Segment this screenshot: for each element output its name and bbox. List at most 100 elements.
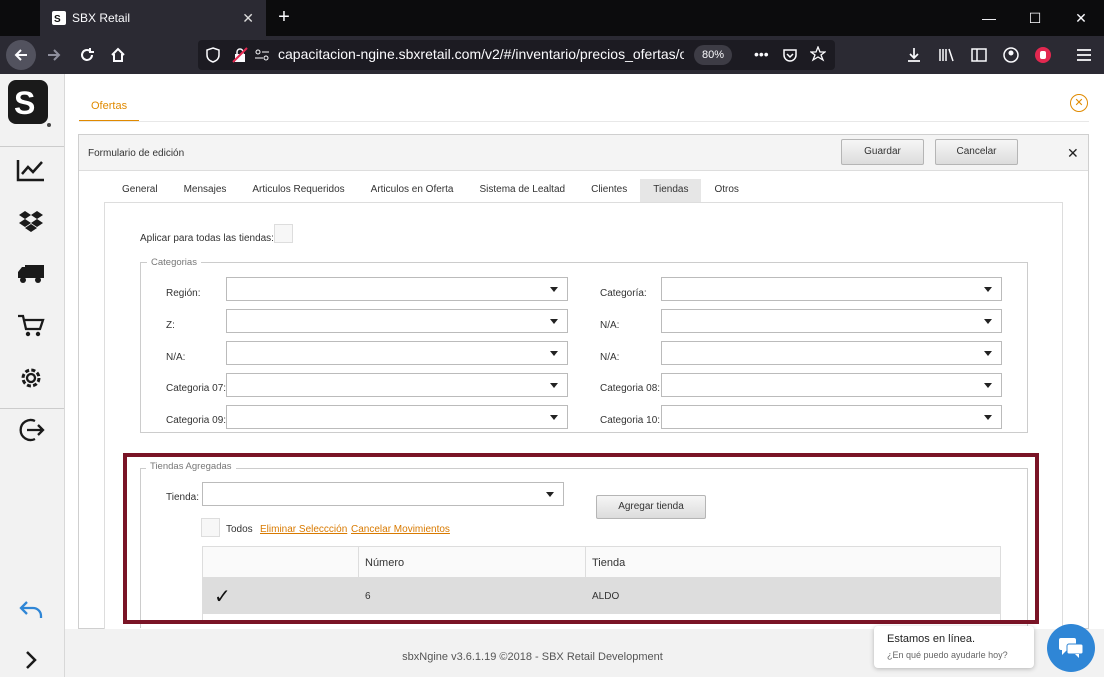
shopping-cart-icon[interactable] xyxy=(15,312,47,340)
truck-icon[interactable] xyxy=(15,260,47,288)
tab-tiendas[interactable]: Tiendas xyxy=(640,179,702,203)
categoria-08-dropdown[interactable] xyxy=(661,373,1002,397)
library-icon[interactable] xyxy=(932,41,960,69)
download-icon[interactable] xyxy=(900,41,928,69)
highlight-box xyxy=(123,453,1039,624)
permissions-icon[interactable] xyxy=(254,48,270,65)
chat-subtitle: ¿En qué puedo ayudarle hoy? xyxy=(887,650,1008,660)
tab-general[interactable]: General xyxy=(109,179,171,203)
categorias-legend: Categorias xyxy=(151,257,197,268)
chevron-down-icon xyxy=(550,383,558,388)
logout-icon[interactable] xyxy=(15,416,47,444)
insecure-lock-icon[interactable] xyxy=(232,47,248,66)
tab-articulos-en-oferta[interactable]: Articulos en Oferta xyxy=(358,179,467,203)
menu-icon[interactable] xyxy=(1070,41,1098,69)
chevron-down-icon xyxy=(984,383,992,388)
categoria-10-dropdown[interactable] xyxy=(661,405,1002,429)
chevron-down-icon xyxy=(984,415,992,420)
browser-tab-title: SBX Retail xyxy=(72,11,131,25)
categoria-dropdown[interactable] xyxy=(661,277,1002,301)
save-button[interactable]: Guardar xyxy=(841,139,924,165)
close-tab-icon[interactable]: ✕ xyxy=(242,10,254,27)
minimize-icon[interactable]: — xyxy=(966,0,1012,36)
chevron-down-icon xyxy=(984,287,992,292)
dropbox-icon[interactable] xyxy=(15,208,47,236)
zoom-level[interactable]: 80% xyxy=(694,45,732,65)
tab-otros[interactable]: Otros xyxy=(701,179,751,203)
panel-header: Formulario de edición Guardar Cancelar ✕ xyxy=(79,135,1088,171)
close-window-icon[interactable]: ✕ xyxy=(1058,0,1104,36)
form-tabs: General Mensajes Articulos Requeridos Ar… xyxy=(109,179,752,203)
categoria-label: Categoría: xyxy=(600,288,647,299)
bookmark-star-icon[interactable] xyxy=(809,45,827,65)
close-panel-icon[interactable]: ✕ xyxy=(1067,145,1079,162)
chevron-down-icon xyxy=(550,351,558,356)
gear-icon[interactable] xyxy=(15,364,47,392)
tab-articulos-requeridos[interactable]: Articulos Requeridos xyxy=(239,179,357,203)
na-dropdown[interactable] xyxy=(226,341,568,365)
chat-icon xyxy=(1059,638,1084,658)
browser-nav-bar: capacitacion-ngine.sbxretail.com/v2/#/in… xyxy=(0,36,1104,74)
panel-title: Formulario de edición xyxy=(88,148,185,159)
expand-chevron-icon[interactable] xyxy=(15,646,47,674)
na-label: N/A: xyxy=(166,352,186,363)
url-text[interactable]: capacitacion-ngine.sbxretail.com/v2/#/in… xyxy=(278,46,684,62)
app-sidebar: S xyxy=(0,74,65,677)
tab-ofertas[interactable]: Ofertas xyxy=(79,92,140,122)
z-dropdown[interactable] xyxy=(226,309,568,333)
cancel-button[interactable]: Cancelar xyxy=(935,139,1018,165)
tab-sistema-de-lealtad[interactable]: Sistema de Lealtad xyxy=(466,179,578,203)
chevron-down-icon xyxy=(550,415,558,420)
home-icon[interactable] xyxy=(104,41,132,69)
categoria-09-dropdown[interactable] xyxy=(226,405,568,429)
chevron-down-icon xyxy=(550,287,558,292)
account-icon[interactable] xyxy=(997,41,1025,69)
browser-tab-bar: S SBX Retail ✕ + — ☐ ✕ xyxy=(0,0,1104,36)
reload-icon[interactable] xyxy=(73,41,101,69)
chat-title: Estamos en línea. xyxy=(887,633,976,645)
extension-icon[interactable] xyxy=(1029,41,1057,69)
new-tab-icon[interactable]: + xyxy=(272,6,296,30)
na-label: N/A: xyxy=(600,352,620,363)
apply-all-checkbox[interactable] xyxy=(274,224,293,243)
page-tab-divider xyxy=(79,121,1089,122)
footer-text: sbxNgine v3.6.1.19 ©2018 - SBX Retail De… xyxy=(402,651,663,663)
categoria-07-label: Categoria 07: xyxy=(166,383,227,394)
chevron-down-icon xyxy=(984,351,992,356)
back-arrow-icon[interactable] xyxy=(6,40,36,70)
svg-text:S: S xyxy=(14,85,35,121)
sidebar-toggle-icon[interactable] xyxy=(965,41,993,69)
more-actions-icon[interactable]: ••• xyxy=(754,46,769,62)
shield-icon[interactable] xyxy=(206,47,220,66)
na-label: N/A: xyxy=(600,320,620,331)
z-label: Z: xyxy=(166,320,175,331)
na-dropdown[interactable] xyxy=(661,341,1002,365)
svg-text:S: S xyxy=(54,14,61,25)
chat-button[interactable] xyxy=(1047,624,1095,672)
tab-mensajes[interactable]: Mensajes xyxy=(171,179,240,203)
na-dropdown[interactable] xyxy=(661,309,1002,333)
sbx-favicon-icon: S xyxy=(52,11,66,25)
browser-tab[interactable]: S SBX Retail ✕ xyxy=(40,0,266,36)
chevron-down-icon xyxy=(550,319,558,324)
pocket-icon[interactable] xyxy=(782,47,798,66)
region-label: Región: xyxy=(166,288,201,299)
sbx-logo[interactable]: S xyxy=(6,78,52,128)
url-bar[interactable]: capacitacion-ngine.sbxretail.com/v2/#/in… xyxy=(198,40,835,70)
categoria-09-label: Categoria 09: xyxy=(166,415,227,426)
categoria-10-label: Categoria 10: xyxy=(600,415,661,426)
maximize-icon[interactable]: ☐ xyxy=(1012,0,1058,36)
sidebar-separator xyxy=(0,146,64,147)
undo-icon[interactable] xyxy=(15,596,47,624)
categoria-08-label: Categoria 08: xyxy=(600,383,661,394)
close-page-icon[interactable]: ✕ xyxy=(1070,94,1088,112)
forward-arrow-icon[interactable] xyxy=(40,41,68,69)
chevron-down-icon xyxy=(984,319,992,324)
chat-bubble[interactable]: Estamos en línea. ¿En qué puedo ayudarle… xyxy=(874,626,1034,668)
chart-line-icon[interactable] xyxy=(15,156,47,184)
tab-clientes[interactable]: Clientes xyxy=(578,179,640,203)
apply-all-label: Aplicar para todas las tiendas: xyxy=(140,233,274,244)
categoria-07-dropdown[interactable] xyxy=(226,373,568,397)
region-dropdown[interactable] xyxy=(226,277,568,301)
sidebar-separator xyxy=(0,408,64,409)
